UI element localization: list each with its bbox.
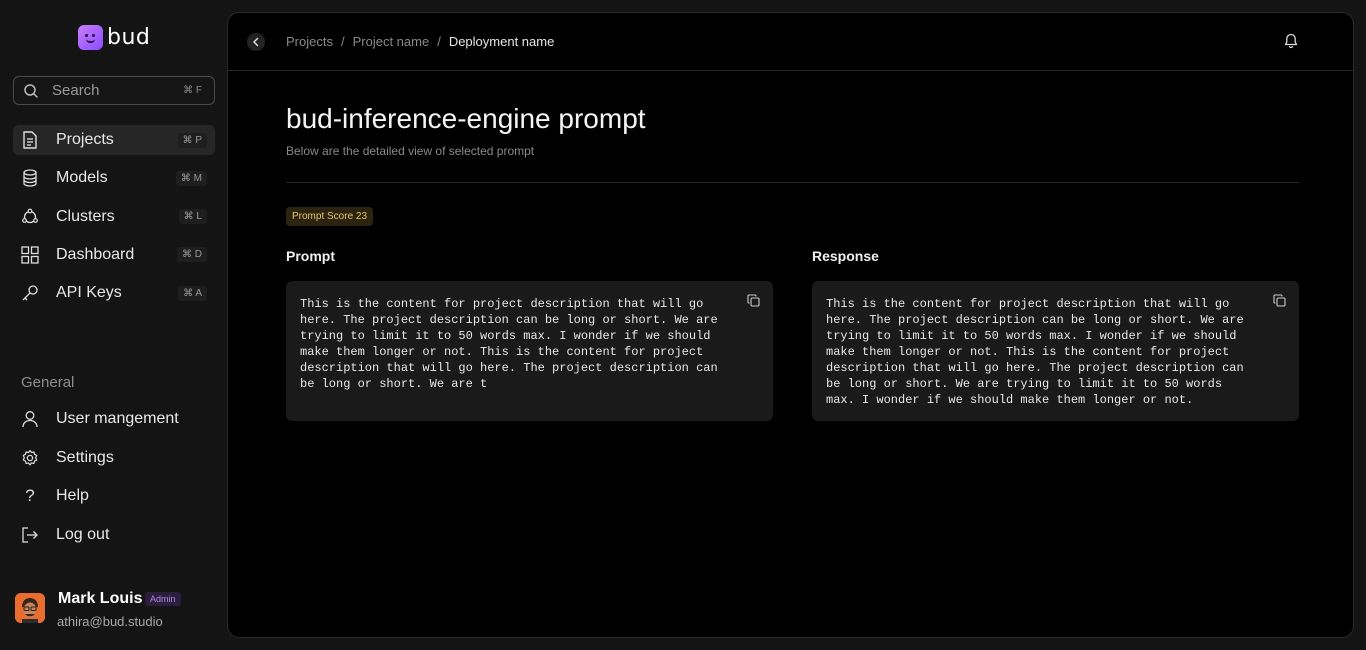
sidebar-item-logout[interactable]: Log out — [13, 520, 215, 550]
search-shortcut: ⌘ F — [183, 85, 202, 96]
sidebar-item-models[interactable]: Models ⌘ M — [13, 163, 215, 193]
sidebar-item-api-keys[interactable]: API Keys ⌘ A — [13, 278, 215, 308]
sidebar-item-label: Dashboard — [56, 245, 135, 263]
response-heading: Response — [812, 248, 879, 264]
sidebar-item-label: Models — [56, 169, 108, 187]
sidebar-item-clusters[interactable]: Clusters ⌘ L — [13, 202, 215, 232]
prompt-score-badge: Prompt Score 23 — [286, 207, 374, 226]
search-placeholder: Search — [52, 82, 100, 99]
divider — [286, 182, 1299, 183]
main-panel: Projects / Project name / Deployment nam… — [227, 12, 1354, 638]
bud-logo-icon — [78, 25, 103, 50]
grid-icon — [21, 246, 39, 264]
breadcrumb: Projects / Project name / Deployment nam… — [286, 34, 554, 49]
page-title: bud-inference-engine prompt — [286, 103, 646, 134]
prompt-heading: Prompt — [286, 248, 335, 264]
section-title-general: General — [21, 374, 75, 391]
sidebar-item-label: API Keys — [56, 284, 122, 302]
key-icon — [21, 284, 39, 302]
breadcrumb-current: Deployment name — [448, 34, 555, 49]
sidebar-item-settings[interactable]: Settings — [13, 443, 215, 473]
file-icon — [21, 131, 39, 149]
chevron-left-icon — [252, 37, 259, 47]
sidebar-item-help[interactable]: ? Help — [13, 481, 215, 511]
sidebar-item-dashboard[interactable]: Dashboard ⌘ D — [13, 240, 215, 270]
notification-bell-icon[interactable] — [1283, 33, 1299, 49]
search-icon — [24, 83, 38, 98]
response-text: This is the content for project descript… — [826, 297, 1244, 407]
sidebar-item-label: Help — [56, 487, 89, 504]
search-input[interactable]: Search ⌘ F — [13, 76, 215, 105]
brand-logo[interactable]: bud — [78, 25, 150, 50]
sidebar-item-label: Clusters — [56, 207, 115, 225]
gear-icon — [21, 449, 39, 467]
shortcut-badge: ⌘ P — [177, 132, 207, 148]
back-button[interactable] — [247, 33, 265, 51]
page-subtitle: Below are the detailed view of selected … — [286, 144, 535, 158]
shortcut-badge: ⌘ L — [178, 209, 207, 225]
breadcrumb-project-name[interactable]: Project name — [353, 34, 430, 49]
user-email: athira@bud.studio — [57, 614, 163, 629]
question-icon: ? — [25, 486, 35, 505]
cluster-icon — [21, 208, 39, 226]
shortcut-badge: ⌘ D — [177, 247, 207, 263]
general-nav: User mangement Settings ? Help Log out — [13, 404, 215, 558]
app-root: bud Search ⌘ F Projects ⌘ P Models ⌘ M C… — [0, 0, 1366, 650]
breadcrumb-separator: / — [437, 34, 441, 49]
top-bar: Projects / Project name / Deployment nam… — [228, 13, 1353, 71]
sidebar-item-label: Projects — [56, 131, 114, 148]
database-icon — [21, 169, 39, 187]
copy-icon[interactable] — [747, 294, 760, 307]
sidebar-item-projects[interactable]: Projects ⌘ P — [13, 125, 215, 155]
user-icon — [21, 410, 39, 428]
shortcut-badge: ⌘ A — [178, 285, 207, 301]
brand-name: bud — [107, 25, 151, 50]
sidebar-item-label: User mangement — [56, 410, 179, 427]
logout-icon — [21, 526, 39, 544]
breadcrumb-projects[interactable]: Projects — [286, 34, 333, 49]
sidebar-item-label: Log out — [56, 525, 110, 543]
sidebar: bud Search ⌘ F Projects ⌘ P Models ⌘ M C… — [0, 0, 227, 650]
sidebar-item-label: Settings — [56, 448, 114, 466]
prompt-card: This is the content for project descript… — [286, 281, 773, 421]
response-card: This is the content for project descript… — [812, 281, 1299, 421]
main-nav: Projects ⌘ P Models ⌘ M Clusters ⌘ L Das… — [13, 125, 215, 316]
copy-icon[interactable] — [1273, 294, 1286, 307]
avatar — [15, 593, 45, 623]
breadcrumb-separator: / — [340, 34, 345, 49]
prompt-text: This is the content for project descript… — [300, 297, 718, 391]
user-name: Mark Louis — [58, 590, 143, 607]
sidebar-item-user-management[interactable]: User mangement — [13, 404, 215, 434]
shortcut-badge: ⌘ M — [175, 170, 207, 186]
role-badge: Admin — [145, 592, 181, 606]
